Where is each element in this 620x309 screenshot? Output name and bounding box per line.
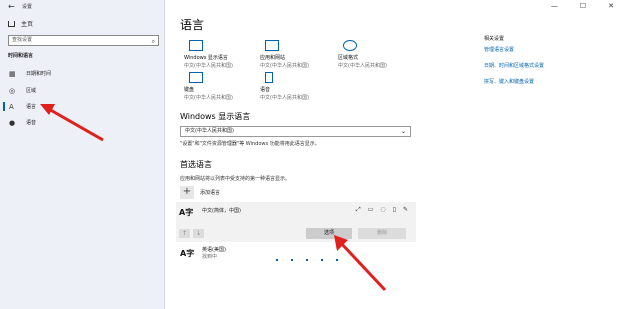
selected-language-row[interactable]: A字 中文(简体，中国) ⤢ ▭ ◌ ▯ ✎ ↑ ↓ 选项 删除: [176, 202, 416, 242]
region-format-icon: [343, 40, 357, 51]
loading-dot: [336, 259, 338, 261]
sidebar-item-label: 语言: [26, 104, 37, 110]
active-indicator: [3, 102, 5, 111]
tile-sub: 中文(中华人民共和国): [260, 63, 309, 69]
remove-button[interactable]: 删除: [358, 228, 406, 239]
search-input[interactable]: 查找设置 ⌕: [8, 35, 159, 46]
tile-label: 应用和网站: [260, 55, 286, 61]
preferred-languages-heading: 首选语言: [180, 160, 212, 169]
tile-label: 语音: [260, 87, 271, 93]
display-language-note: "设置"和"文件资源管理器"等 Windows 功能将用此语言显示。: [180, 141, 320, 147]
add-language-icon[interactable]: +: [180, 186, 194, 199]
language-name[interactable]: 英语(美国): [202, 246, 226, 253]
tile-apps-websites[interactable]: 应用和网站 中文(中华人民共和国): [260, 40, 322, 69]
sidebar-item-region[interactable]: ◎ 区域: [0, 84, 165, 97]
display-language-heading: Windows 显示语言: [180, 112, 251, 121]
speech-icon: [265, 72, 273, 83]
sidebar: ← 设置 主页 查找设置 ⌕ 时间和语言 ▦ 日期和时间 ◎ 区域 A 语言 ●…: [0, 0, 165, 309]
tile-label: 区域格式: [338, 55, 359, 61]
preferred-languages-desc: 应用和网站将以列表中受支持的第一种语言显示。: [180, 176, 291, 182]
related-settings: 相关设置 管理语言设置 日期、时间和区域格式设置 拼写、键入和键盘设置: [484, 35, 614, 94]
back-arrow-icon[interactable]: ←: [8, 2, 15, 11]
sidebar-item-label: 区域: [26, 88, 37, 94]
sidebar-item-speech[interactable]: ● 语音: [0, 116, 165, 129]
close-button[interactable]: ✕: [608, 2, 614, 10]
language-icon: A: [9, 102, 14, 111]
section-title: 时间和语言: [8, 53, 34, 59]
minimize-button[interactable]: —: [551, 2, 558, 10]
globe-icon: ◎: [9, 86, 16, 95]
search-placeholder: 查找设置: [12, 37, 33, 43]
loading-dot: [306, 259, 308, 261]
home-icon: [8, 20, 15, 27]
move-down-button[interactable]: ↓: [193, 229, 204, 238]
browser-icon: [265, 40, 279, 51]
display-feature-icon: ⤢: [355, 206, 361, 213]
speech-feature-icon: ◌: [380, 206, 386, 213]
language-name: 中文(简体，中国): [202, 208, 241, 214]
display-language-select[interactable]: 中文(中华人民共和国) ⌄: [180, 126, 411, 137]
home-label: 主页: [21, 21, 34, 28]
link-manage-language[interactable]: 管理语言设置: [484, 46, 614, 53]
main-content: — ☐ ✕ 语言 Windows 显示语言 中文(中华人民共和国) 应用和网站 …: [166, 0, 620, 309]
related-heading: 相关设置: [484, 36, 505, 42]
language-glyph-icon: A字: [180, 249, 195, 258]
display-language-value: 中文(中华人民共和国): [185, 128, 234, 134]
tile-region-format[interactable]: 区域格式 中文(中华人民共和国): [338, 40, 400, 69]
maximize-button[interactable]: ☐: [580, 2, 586, 10]
sidebar-item-label: 日期和时间: [26, 71, 52, 77]
microphone-icon: ●: [9, 118, 16, 127]
loading-dot: [321, 259, 323, 261]
tile-speech[interactable]: 语音 中文(中华人民共和国): [260, 72, 322, 101]
sidebar-item-label: 语音: [26, 120, 37, 126]
tile-sub: 中文(中华人民共和国): [184, 95, 233, 101]
tile-sub: 中文(中华人民共和国): [184, 63, 233, 69]
monitor-icon: [189, 40, 203, 51]
move-up-button[interactable]: ↑: [179, 229, 190, 238]
tile-label: 键盘: [184, 87, 195, 93]
tile-keyboard[interactable]: 键盘 中文(中华人民共和国): [184, 72, 246, 101]
title-bar: ← 设置: [0, 0, 165, 14]
mic-feature-icon: ▯: [392, 206, 396, 213]
page-title: 语言: [180, 18, 205, 32]
sidebar-item-date-time[interactable]: ▦ 日期和时间: [0, 67, 165, 80]
tile-sub: 中文(中华人民共和国): [338, 63, 387, 69]
link-spelling-keyboard[interactable]: 拼写、键入和键盘设置: [484, 78, 614, 85]
app-title: 设置: [22, 4, 33, 10]
tile-display-language[interactable]: Windows 显示语言 中文(中华人民共和国): [184, 40, 246, 69]
sidebar-item-language[interactable]: A 语言: [0, 100, 165, 113]
search-icon: ⌕: [151, 38, 155, 45]
language-feature-icons: ⤢ ▭ ◌ ▯ ✎: [356, 206, 408, 214]
home-link[interactable]: 主页: [8, 19, 33, 28]
loading-dots: [276, 259, 338, 261]
chevron-down-icon: ⌄: [400, 128, 406, 135]
loading-dot: [276, 259, 278, 261]
language-status: 找到中: [202, 254, 218, 260]
language-glyph-icon: A字: [179, 208, 194, 217]
options-button[interactable]: 选项: [306, 228, 352, 239]
handwriting-feature-icon: ✎: [402, 206, 408, 213]
calendar-icon: ▦: [9, 69, 16, 78]
text-feature-icon: ▭: [367, 206, 374, 213]
tile-sub: 中文(中华人民共和国): [260, 95, 309, 101]
keyboard-icon: [189, 72, 203, 83]
window-controls: — ☐ ✕: [551, 2, 614, 10]
link-date-time-region[interactable]: 日期、时间和区域格式设置: [484, 62, 614, 69]
tile-label: Windows 显示语言: [184, 55, 228, 61]
add-language-label[interactable]: 添加语言: [200, 189, 220, 196]
loading-dot: [291, 259, 293, 261]
